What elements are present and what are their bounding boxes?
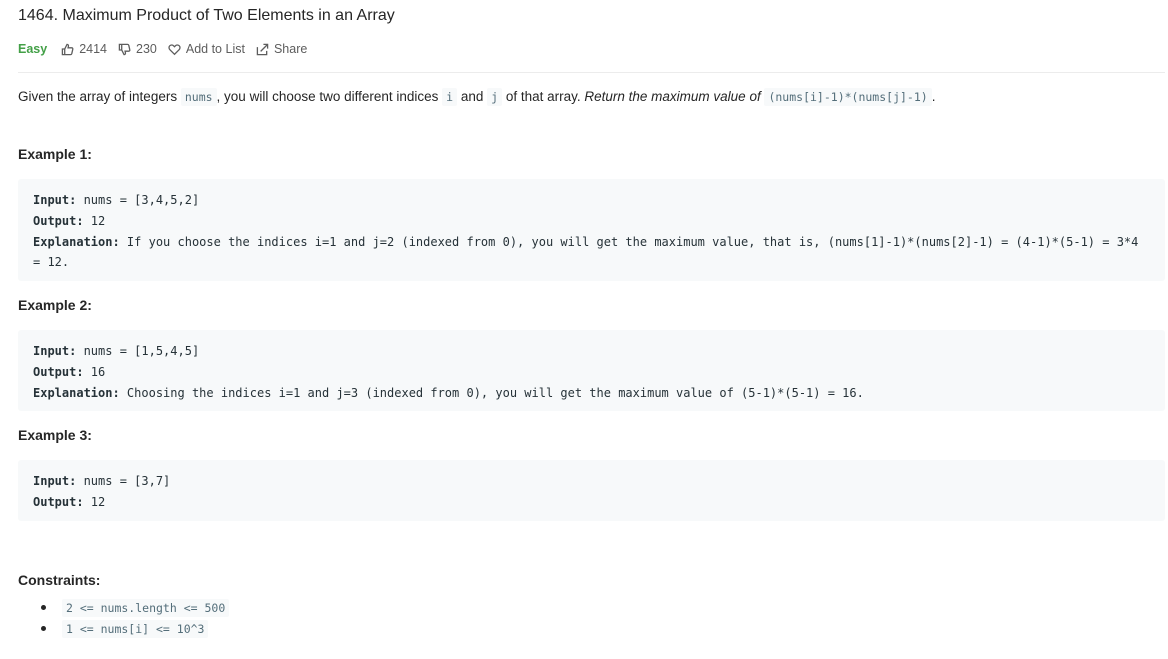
heart-icon bbox=[168, 43, 181, 55]
like-count: 2414 bbox=[79, 42, 108, 56]
input-value: nums = [3,7] bbox=[76, 474, 171, 488]
explanation-value: If you choose the indices i=1 and j=2 (i… bbox=[33, 234, 1139, 270]
constraints-heading: Constraints: bbox=[18, 572, 101, 588]
thumbs-down-icon bbox=[118, 43, 131, 55]
statement-emphasis: Return the maximum value of bbox=[584, 89, 765, 104]
example-1-block: Input: nums = [3,4,5,2] Output: 12 Expla… bbox=[18, 179, 1165, 281]
input-label: Input: bbox=[33, 474, 77, 488]
example-3-block: Input: nums = [3,7] Output: 12 bbox=[18, 460, 1165, 521]
add-to-list-button[interactable]: Add to List bbox=[168, 42, 245, 56]
statement-text-4: of that array. bbox=[502, 89, 585, 104]
output-label: Output: bbox=[33, 494, 84, 509]
explanation-label: Explanation: bbox=[33, 385, 120, 400]
output-label: Output: bbox=[33, 364, 84, 379]
list-item: 1 <= nums[i] <= 10^3 bbox=[18, 618, 229, 639]
explanation-value: Choosing the indices i=1 and j=3 (indexe… bbox=[119, 385, 864, 400]
example-3-heading: Example 3: bbox=[18, 427, 92, 443]
share-icon bbox=[256, 43, 269, 55]
example-1-heading: Example 1: bbox=[18, 146, 92, 162]
example-2-heading: Example 2: bbox=[18, 297, 92, 313]
inline-code-j: j bbox=[487, 88, 503, 106]
like-button[interactable]: 2414 bbox=[61, 42, 107, 56]
constraints-list: 2 <= nums.length <= 500 1 <= nums[i] <= … bbox=[18, 597, 230, 639]
problem-meta-bar: Easy 2414 230 Add to List Share bbox=[18, 41, 318, 57]
input-label: Input: bbox=[33, 193, 77, 207]
explanation-label: Explanation: bbox=[33, 234, 120, 249]
header-divider bbox=[18, 72, 1165, 73]
constraint-code: 1 <= nums[i] <= 10^3 bbox=[62, 620, 209, 638]
output-label: Output: bbox=[33, 213, 84, 228]
dislike-button[interactable]: 230 bbox=[118, 42, 157, 56]
inline-code-expression: (nums[i]-1)*(nums[j]-1) bbox=[764, 88, 932, 106]
input-value: nums = [1,5,4,5] bbox=[76, 344, 200, 358]
share-label: Share bbox=[273, 42, 308, 56]
input-label: Input: bbox=[33, 344, 77, 358]
example-2-block: Input: nums = [1,5,4,5] Output: 16 Expla… bbox=[18, 330, 1165, 411]
output-value: 12 bbox=[83, 213, 106, 228]
difficulty-badge: Easy bbox=[18, 42, 48, 56]
list-item: 2 <= nums.length <= 500 bbox=[18, 597, 230, 618]
inline-code-nums: nums bbox=[180, 88, 217, 106]
problem-title: 1464. Maximum Product of Two Elements in… bbox=[18, 7, 395, 24]
statement-text-5: . bbox=[931, 89, 936, 104]
statement-text-1: Given the array of integers bbox=[18, 89, 181, 104]
output-value: 16 bbox=[83, 364, 106, 379]
dislike-count: 230 bbox=[136, 42, 157, 56]
share-button[interactable]: Share bbox=[256, 42, 307, 56]
add-to-list-label: Add to List bbox=[185, 42, 245, 56]
constraint-code: 2 <= nums.length <= 500 bbox=[62, 599, 230, 617]
thumbs-up-icon bbox=[61, 43, 74, 55]
statement-text-3: and bbox=[457, 89, 488, 104]
input-value: nums = [3,4,5,2] bbox=[76, 193, 200, 207]
inline-code-i: i bbox=[442, 88, 458, 106]
statement-text-2: , you will choose two different indices bbox=[216, 89, 443, 104]
output-value: 12 bbox=[83, 494, 106, 509]
problem-statement: Given the array of integers nums, you wi… bbox=[18, 88, 936, 106]
